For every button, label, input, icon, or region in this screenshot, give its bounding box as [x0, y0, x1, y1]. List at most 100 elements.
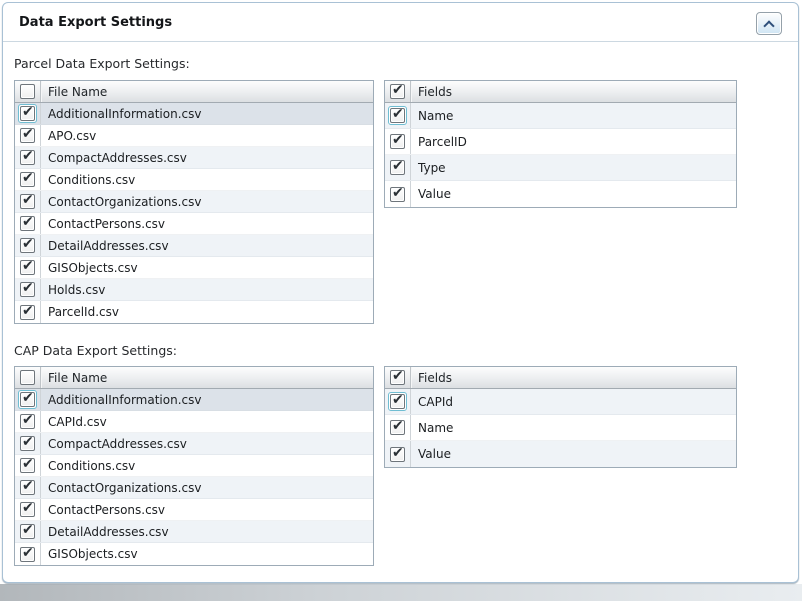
table-row[interactable]: ContactPersons.csv — [15, 213, 373, 235]
row-label: Holds.csv — [41, 279, 373, 300]
row-checkbox[interactable] — [390, 134, 405, 149]
row-label: GISObjects.csv — [41, 543, 373, 565]
row-checkbox[interactable] — [20, 216, 35, 231]
table-row[interactable]: Holds.csv — [15, 279, 373, 301]
table-row[interactable]: AdditionalInformation.csv — [15, 389, 373, 411]
row-checkbox[interactable] — [20, 128, 35, 143]
select-all-checkbox[interactable] — [390, 84, 405, 99]
checkbox-focus-ring — [18, 214, 37, 233]
row-label: Type — [411, 155, 736, 180]
checkbox-cell — [385, 441, 411, 467]
table-row[interactable]: CompactAddresses.csv — [15, 147, 373, 169]
checkbox-cell — [15, 301, 41, 323]
checkbox-focus-ring — [388, 158, 407, 177]
table-row[interactable]: Value — [385, 181, 736, 207]
select-all-checkbox[interactable] — [20, 370, 35, 385]
table-row[interactable]: DetailAddresses.csv — [15, 235, 373, 257]
checkbox-focus-ring — [18, 478, 37, 497]
row-checkbox[interactable] — [390, 187, 405, 202]
table-row[interactable]: Type — [385, 155, 736, 181]
table-body: CAPIdNameValue — [385, 389, 736, 467]
row-label: Name — [411, 103, 736, 128]
table-row[interactable]: Name — [385, 103, 736, 129]
column-header: Fields — [411, 367, 736, 388]
table-row[interactable]: GISObjects.csv — [15, 257, 373, 279]
checkbox-cell — [15, 477, 41, 498]
table-row[interactable]: ParcelId.csv — [15, 301, 373, 323]
table-row[interactable]: ContactOrganizations.csv — [15, 191, 373, 213]
table-row[interactable]: Conditions.csv — [15, 455, 373, 477]
table-row[interactable]: APO.csv — [15, 125, 373, 147]
checkbox-cell — [15, 433, 41, 454]
row-checkbox[interactable] — [20, 480, 35, 495]
table-row[interactable]: GISObjects.csv — [15, 543, 373, 565]
checkbox-cell — [15, 213, 41, 234]
table-row[interactable]: ParcelID — [385, 129, 736, 155]
cap-fields-table: Fields CAPIdNameValue — [384, 366, 737, 468]
table-header-row: File Name — [15, 367, 373, 389]
checkbox-focus-ring — [18, 104, 37, 123]
checkbox-focus-ring — [388, 368, 407, 387]
table-row[interactable]: Conditions.csv — [15, 169, 373, 191]
row-label: CAPId — [411, 389, 736, 414]
row-checkbox[interactable] — [390, 108, 405, 123]
checkbox-focus-ring — [388, 132, 407, 151]
row-checkbox[interactable] — [20, 524, 35, 539]
row-checkbox[interactable] — [390, 394, 405, 409]
row-checkbox[interactable] — [20, 547, 35, 562]
row-checkbox[interactable] — [20, 436, 35, 451]
table-row[interactable]: ContactPersons.csv — [15, 499, 373, 521]
table-row[interactable]: DetailAddresses.csv — [15, 521, 373, 543]
table-row[interactable]: CompactAddresses.csv — [15, 433, 373, 455]
checkbox-focus-ring — [18, 412, 37, 431]
row-checkbox[interactable] — [20, 458, 35, 473]
checkbox-focus-ring — [18, 522, 37, 541]
checkbox-focus-ring — [18, 148, 37, 167]
checkbox-cell — [385, 103, 411, 128]
select-all-checkbox[interactable] — [20, 84, 35, 99]
row-checkbox[interactable] — [20, 282, 35, 297]
table-header-row: File Name — [15, 81, 373, 103]
select-all-checkbox[interactable] — [390, 370, 405, 385]
row-checkbox[interactable] — [20, 150, 35, 165]
header-checkbox-cell — [15, 81, 41, 102]
row-checkbox[interactable] — [20, 260, 35, 275]
checkbox-cell — [15, 191, 41, 212]
row-checkbox[interactable] — [390, 420, 405, 435]
row-label: CompactAddresses.csv — [41, 433, 373, 454]
row-checkbox[interactable] — [390, 160, 405, 175]
table-row[interactable]: CAPId.csv — [15, 411, 373, 433]
row-checkbox[interactable] — [20, 414, 35, 429]
row-checkbox[interactable] — [20, 172, 35, 187]
table-row[interactable]: Name — [385, 415, 736, 441]
row-checkbox[interactable] — [20, 502, 35, 517]
checkbox-cell — [15, 235, 41, 256]
checkbox-cell — [15, 279, 41, 300]
row-checkbox[interactable] — [390, 447, 405, 462]
checkbox-focus-ring — [18, 368, 37, 387]
row-checkbox[interactable] — [20, 305, 35, 320]
table-row[interactable]: AdditionalInformation.csv — [15, 103, 373, 125]
header-checkbox-cell — [15, 367, 41, 388]
row-checkbox[interactable] — [20, 238, 35, 253]
table-row[interactable]: CAPId — [385, 389, 736, 415]
table-header-row: Fields — [385, 81, 736, 103]
checkbox-focus-ring — [18, 82, 37, 101]
column-header: File Name — [41, 367, 373, 388]
row-checkbox[interactable] — [20, 106, 35, 121]
bottom-edge — [0, 584, 802, 601]
checkbox-focus-ring — [18, 236, 37, 255]
header-checkbox-cell — [385, 367, 411, 388]
table-row[interactable]: ContactOrganizations.csv — [15, 477, 373, 499]
table-row[interactable]: Value — [385, 441, 736, 467]
checkbox-focus-ring — [388, 392, 407, 411]
checkbox-cell — [15, 543, 41, 565]
row-checkbox[interactable] — [20, 392, 35, 407]
data-export-settings-panel: Data Export Settings Parcel Data Export … — [2, 2, 799, 583]
checkbox-focus-ring — [18, 545, 37, 564]
cap-files-table: File Name AdditionalInformation.csvCAPId… — [14, 366, 374, 566]
checkbox-cell — [385, 129, 411, 154]
collapse-button[interactable] — [756, 12, 782, 35]
row-checkbox[interactable] — [20, 194, 35, 209]
checkbox-focus-ring — [18, 500, 37, 519]
